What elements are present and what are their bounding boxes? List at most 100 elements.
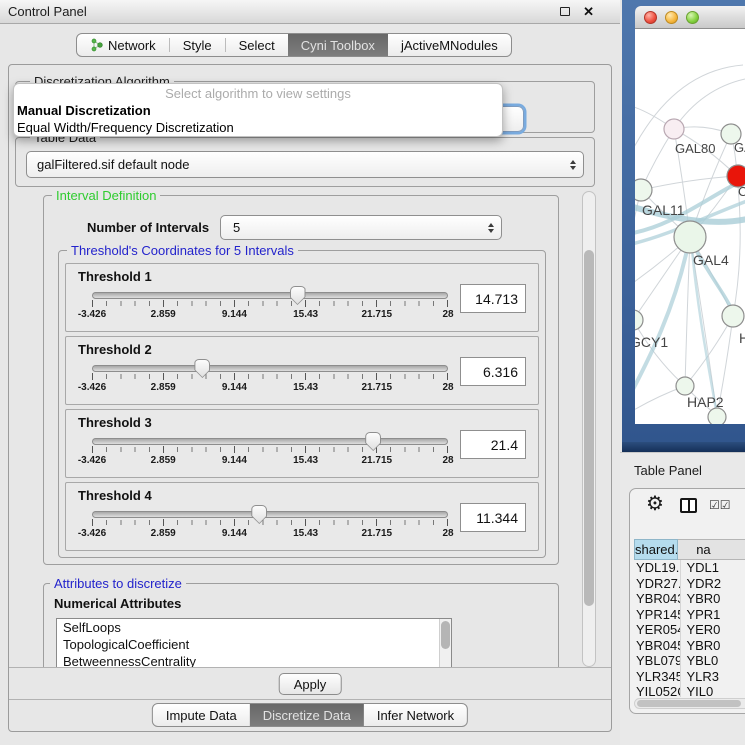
tab-discretize-data[interactable]: Discretize Data xyxy=(250,704,364,726)
select-columns-icons[interactable]: ☑☑ xyxy=(709,498,731,512)
numerical-attributes-label: Numerical Attributes xyxy=(54,596,181,611)
gear-icon[interactable]: ⚙ xyxy=(646,494,664,514)
table-row[interactable]: YDL19...YDL1 xyxy=(634,560,745,576)
zoom-traffic-light[interactable] xyxy=(686,11,699,24)
table-cell[interactable]: YER054C xyxy=(634,622,680,638)
slider-tick-label: 2.859 xyxy=(151,528,176,539)
slider-tick-label: -3.426 xyxy=(78,455,106,466)
table-cell[interactable]: YIL052C xyxy=(634,684,680,697)
slider-track[interactable] xyxy=(92,438,448,445)
table-cell[interactable]: YPR1 xyxy=(680,607,745,623)
dropdown-option[interactable]: Manual Discretization xyxy=(14,102,502,119)
tab-label: Network xyxy=(108,38,156,53)
table-horizontal-scrollbar[interactable] xyxy=(634,698,745,709)
scrollbar-thumb[interactable] xyxy=(584,250,594,606)
dropdown-option[interactable]: Equal Width/Frequency Discretization xyxy=(14,119,502,136)
threshold-slider[interactable]: -3.4262.8599.14415.4321.71528 xyxy=(92,359,448,403)
node-hap2[interactable] xyxy=(676,377,694,395)
threshold-value-field[interactable] xyxy=(460,357,526,386)
apply-button[interactable]: Apply xyxy=(279,673,342,695)
threshold-slider[interactable]: -3.4262.8599.14415.4321.71528 xyxy=(92,505,448,549)
tab-label: Select xyxy=(239,38,275,53)
slider-track[interactable] xyxy=(92,365,448,372)
tab-network[interactable]: Network xyxy=(77,34,169,56)
table-cell[interactable]: YPR145W xyxy=(634,607,680,623)
slider-tick-label: 15.43 xyxy=(293,309,318,320)
table-row[interactable]: YBR043CYBR0 xyxy=(634,591,745,607)
float-window-icon[interactable] xyxy=(560,7,570,16)
minimize-traffic-light[interactable] xyxy=(665,11,678,24)
spinner-arrows-icon xyxy=(570,160,576,170)
list-item[interactable]: TopologicalCoefficient xyxy=(57,636,451,653)
tab-impute-data[interactable]: Impute Data xyxy=(153,704,250,726)
threshold-label: Threshold 3 xyxy=(78,415,152,430)
close-icon[interactable]: ✕ xyxy=(583,5,594,18)
list-item[interactable]: BetweennessCentrality xyxy=(57,653,451,667)
table-cell[interactable]: YBL0 xyxy=(680,653,745,669)
slider-track[interactable] xyxy=(92,511,448,518)
table-cell[interactable]: YBR0 xyxy=(680,638,745,654)
threshold-value-field[interactable] xyxy=(460,284,526,313)
table-row[interactable]: YER054CYER0 xyxy=(634,622,745,638)
threshold-value-field[interactable] xyxy=(460,503,526,532)
node-gal11[interactable] xyxy=(635,179,652,201)
table-cell[interactable]: YDL19... xyxy=(634,560,680,576)
panel-scrollbar[interactable] xyxy=(582,191,596,667)
interval-definition-group: Interval Definition Number of Intervals … xyxy=(43,195,559,565)
tab-select[interactable]: Select xyxy=(226,34,288,56)
table-cell[interactable]: YIL0 xyxy=(680,684,745,697)
spinner-arrows-icon xyxy=(488,223,494,233)
dropdown-placeholder: Select algorithm to view settings xyxy=(14,86,502,102)
columns-icon[interactable] xyxy=(680,498,697,513)
table-row[interactable]: YDR27...YDR2 xyxy=(634,576,745,592)
slider-tick-label: 21.715 xyxy=(362,382,393,393)
table-cell[interactable]: YBR0 xyxy=(680,591,745,607)
table-cell[interactable]: YBL079W xyxy=(634,653,680,669)
tab-style[interactable]: Style xyxy=(170,34,225,56)
slider-tick-label: 9.144 xyxy=(222,382,247,393)
tab-jactivemnodules[interactable]: jActiveMNodules xyxy=(388,34,511,56)
table-cell[interactable]: YDL1 xyxy=(680,560,745,576)
table-row[interactable]: YBR045CYBR0 xyxy=(634,638,745,654)
table-cell[interactable]: YBR045C xyxy=(634,638,680,654)
table-cell[interactable]: YDR2 xyxy=(680,576,745,592)
table-row[interactable]: YPR145WYPR1 xyxy=(634,607,745,623)
table-cell[interactable]: YDR27... xyxy=(634,576,680,592)
thresholds-group: Threshold's Coordinates for 5 Intervals … xyxy=(58,250,546,558)
slider-tick-label: 28 xyxy=(442,309,453,320)
table-row[interactable]: YLR345WYLR3 xyxy=(634,669,745,685)
node-gal80[interactable] xyxy=(664,119,684,139)
column-header-name[interactable]: na xyxy=(678,539,745,560)
threshold-label: Threshold 1 xyxy=(78,269,152,284)
tab-infer-network[interactable]: Infer Network xyxy=(364,704,467,726)
table-cell[interactable]: YLR3 xyxy=(680,669,745,685)
close-traffic-light[interactable] xyxy=(644,11,657,24)
threshold-slider[interactable]: -3.4262.8599.14415.4321.71528 xyxy=(92,286,448,330)
column-header-shared-name[interactable]: shared... xyxy=(634,539,678,560)
tab-label: Impute Data xyxy=(166,708,237,723)
node-gcy1[interactable] xyxy=(635,310,643,330)
node-partial-bottom[interactable] xyxy=(708,408,726,424)
scrollbar-thumb[interactable] xyxy=(637,700,741,707)
threshold-value-field[interactable] xyxy=(460,430,526,459)
control-panel-titlebar: Control Panel ✕ xyxy=(0,0,620,24)
table-row[interactable]: YIL052CYIL0 xyxy=(634,684,745,697)
table-cell[interactable]: YLR345W xyxy=(634,669,680,685)
slider-tick-labels: -3.4262.8599.14415.4321.71528 xyxy=(92,309,448,323)
node-partial-h[interactable] xyxy=(722,305,744,327)
tab-cyni-toolbox[interactable]: Cyni Toolbox xyxy=(288,34,388,56)
network-canvas[interactable]: GAL80 GA C GAL11 GAL4 GCY1 H HAP2 xyxy=(635,29,745,424)
slider-track[interactable] xyxy=(92,292,448,299)
table-panel-box: ⚙ ☑☑ shared... na YDL19...YDL1YDR27...YD… xyxy=(629,488,745,714)
table-data-combobox[interactable]: galFiltered.sif default node xyxy=(26,151,584,178)
table-row[interactable]: YBL079WYBL0 xyxy=(634,653,745,669)
attributes-listbox[interactable]: SelfLoops TopologicalCoefficient Between… xyxy=(56,618,452,667)
table-cell[interactable]: YER0 xyxy=(680,622,745,638)
table-panel-title: Table Panel xyxy=(634,463,702,478)
node-gal4[interactable] xyxy=(674,221,706,253)
list-item[interactable]: SelfLoops xyxy=(57,619,451,636)
list-scrollbar[interactable] xyxy=(439,619,451,667)
table-cell[interactable]: YBR043C xyxy=(634,591,680,607)
number-of-intervals-combobox[interactable]: 5 xyxy=(220,215,502,240)
threshold-slider[interactable]: -3.4262.8599.14415.4321.71528 xyxy=(92,432,448,476)
